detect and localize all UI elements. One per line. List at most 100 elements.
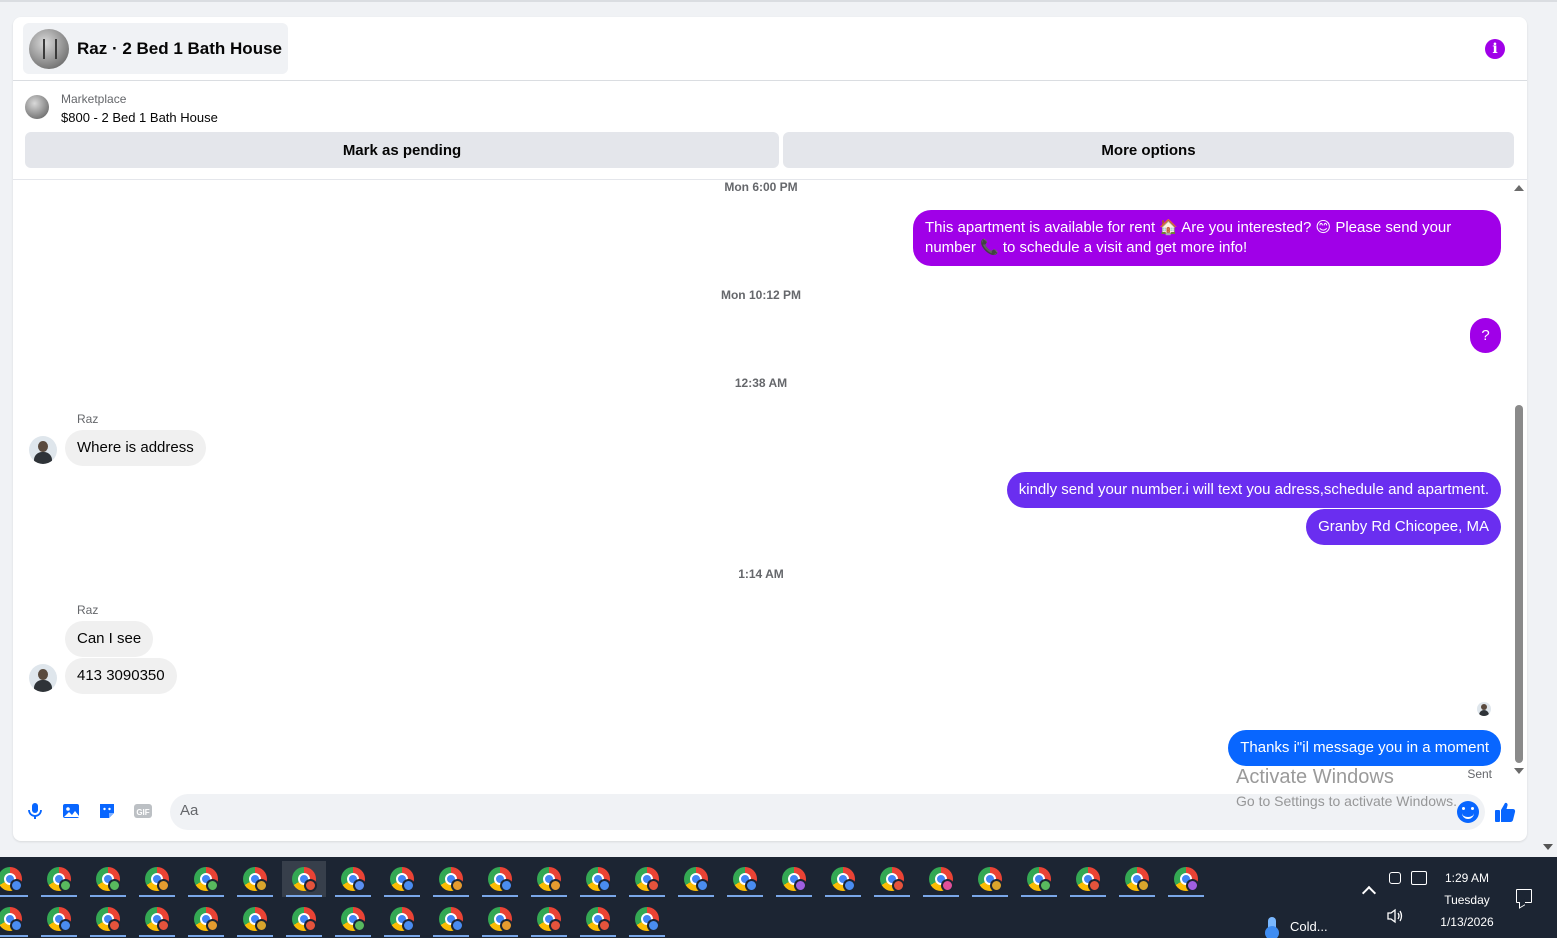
system-clock[interactable]: 1:29 AM Tuesday 1/13/2026	[1425, 867, 1509, 933]
scroll-down-arrow-icon[interactable]	[1514, 768, 1524, 774]
running-indicator	[678, 895, 714, 897]
taskbar-chrome-window-icon[interactable]	[821, 861, 865, 897]
scroll-up-arrow-icon[interactable]	[1514, 185, 1524, 191]
taskbar-chrome-window-icon[interactable]	[331, 901, 375, 937]
taskbar-chrome-window-icon[interactable]	[184, 861, 228, 897]
listing-kicker: Marketplace	[61, 92, 127, 106]
taskbar-chrome-window-icon[interactable]	[723, 861, 767, 897]
running-indicator	[580, 935, 616, 937]
emoji-icon[interactable]	[1457, 801, 1479, 823]
taskbar-chrome-window-icon[interactable]	[380, 861, 424, 897]
taskbar-chrome-window-icon[interactable]	[184, 901, 228, 937]
taskbar-chrome-window-icon[interactable]	[527, 861, 571, 897]
running-indicator	[874, 895, 910, 897]
microphone-icon[interactable]	[25, 801, 45, 821]
taskbar-chrome-window-icon[interactable]	[282, 901, 326, 937]
sender-name: Raz	[77, 603, 99, 617]
message-bubble-outgoing[interactable]: This apartment is available for rent 🏠 A…	[913, 210, 1501, 266]
taskbar-chrome-window-icon[interactable]	[86, 901, 130, 937]
info-icon[interactable]: i	[1485, 39, 1505, 59]
running-indicator	[776, 895, 812, 897]
taskbar-chrome-window-icon[interactable]	[0, 901, 32, 937]
taskbar-chrome-window-icon[interactable]	[37, 861, 81, 897]
taskbar-chrome-window-icon[interactable]	[674, 861, 718, 897]
sent-status: Sent	[1467, 767, 1492, 779]
clock-time: 1:29 AM	[1444, 871, 1490, 885]
profile-badge-icon	[59, 879, 72, 892]
message-thread[interactable]: Mon 6:00 PM This apartment is available …	[13, 179, 1527, 779]
running-indicator	[188, 935, 224, 937]
message-input[interactable]	[180, 802, 1440, 819]
message-bubble-incoming[interactable]: Where is address	[65, 430, 206, 466]
profile-badge-icon	[206, 879, 219, 892]
profile-badge-icon	[598, 919, 611, 932]
taskbar-chrome-window-icon[interactable]	[1164, 861, 1208, 897]
weather-widget[interactable]: Cold...	[1265, 886, 1328, 938]
taskbar-chrome-window-icon[interactable]	[233, 901, 277, 937]
mark-as-pending-button[interactable]: Mark as pending	[25, 132, 779, 168]
conversation-title-chip[interactable]: Raz · 2 Bed 1 Bath House	[23, 23, 288, 74]
taskbar-chrome-window-icon[interactable]	[478, 861, 522, 897]
taskbar-chrome-window-icon[interactable]	[1115, 861, 1159, 897]
taskbar-chrome-window-icon[interactable]	[86, 861, 130, 897]
top-divider	[0, 0, 1557, 2]
taskbar-chrome-window-icon[interactable]	[37, 901, 81, 937]
more-options-button[interactable]: More options	[783, 132, 1514, 168]
notification-center-icon[interactable]	[1516, 889, 1532, 903]
taskbar-chrome-window-icon[interactable]	[968, 861, 1012, 897]
taskbar-chrome-window-icon[interactable]	[1066, 861, 1110, 897]
gif-icon[interactable]: GIF	[133, 801, 153, 821]
profile-badge-icon	[647, 919, 660, 932]
taskbar-chrome-window-icon[interactable]	[233, 861, 277, 897]
thumbs-up-icon[interactable]	[1493, 800, 1517, 824]
message-bubble-incoming[interactable]: Can I see	[65, 621, 154, 657]
message-bubble-incoming[interactable]: 413 3090350	[65, 658, 177, 694]
profile-badge-icon	[108, 879, 121, 892]
profile-badge-icon	[59, 919, 72, 932]
thread-scrollbar[interactable]	[1511, 180, 1527, 779]
running-indicator	[41, 935, 77, 937]
scrollbar-thumb[interactable]	[1515, 405, 1523, 763]
running-indicator	[629, 935, 665, 937]
page-scroll-down-arrow-icon[interactable]	[1543, 844, 1553, 850]
taskbar-chrome-window-icon[interactable]	[0, 861, 32, 897]
profile-badge-icon	[500, 919, 513, 932]
running-indicator	[41, 895, 77, 897]
taskbar-chrome-window-icon[interactable]	[429, 901, 473, 937]
message-input-container[interactable]	[170, 794, 1485, 830]
message-bubble-outgoing[interactable]: Granby Rd Chicopee, MA	[1306, 509, 1501, 545]
taskbar-chrome-window-icon[interactable]	[576, 901, 620, 937]
taskbar-chrome-window-icon[interactable]	[135, 861, 179, 897]
taskbar-chrome-window-icon[interactable]	[870, 861, 914, 897]
contact-avatar[interactable]	[29, 436, 57, 464]
volume-icon[interactable]	[1386, 908, 1404, 924]
photo-icon[interactable]	[61, 801, 81, 821]
profile-badge-icon	[451, 879, 464, 892]
taskbar-chrome-window-icon[interactable]	[919, 861, 963, 897]
timestamp: 12:38 AM	[734, 376, 788, 390]
taskbar-chrome-window-icon[interactable]	[380, 901, 424, 937]
running-indicator	[825, 895, 861, 897]
contact-avatar[interactable]	[29, 664, 57, 692]
taskbar-chrome-window-icon[interactable]	[772, 861, 816, 897]
taskbar-chrome-window-icon[interactable]	[282, 861, 326, 897]
meet-now-icon[interactable]	[1389, 872, 1401, 884]
profile-badge-icon	[304, 879, 317, 892]
taskbar-chrome-window-icon[interactable]	[576, 861, 620, 897]
message-bubble-outgoing[interactable]: kindly send your number.i will text you …	[1006, 472, 1501, 508]
taskbar-chrome-window-icon[interactable]	[429, 861, 473, 897]
taskbar-chrome-window-icon[interactable]	[135, 901, 179, 937]
message-bubble-outgoing[interactable]: Thanks i"il message you in a moment	[1228, 730, 1501, 766]
marketplace-listing[interactable]: Marketplace $800 - 2 Bed 1 Bath House	[13, 82, 1527, 132]
taskbar-chrome-window-icon[interactable]	[478, 901, 522, 937]
taskbar-chrome-window-icon[interactable]	[625, 901, 669, 937]
taskbar-chrome-window-icon[interactable]	[1017, 861, 1061, 897]
taskbar-chrome-window-icon[interactable]	[625, 861, 669, 897]
taskbar-chrome-window-icon[interactable]	[331, 861, 375, 897]
running-indicator	[335, 895, 371, 897]
sticker-icon[interactable]	[97, 801, 117, 821]
running-indicator	[0, 895, 28, 897]
profile-badge-icon	[304, 919, 317, 932]
message-bubble-outgoing[interactable]: ?	[1470, 318, 1501, 353]
taskbar-chrome-window-icon[interactable]	[527, 901, 571, 937]
